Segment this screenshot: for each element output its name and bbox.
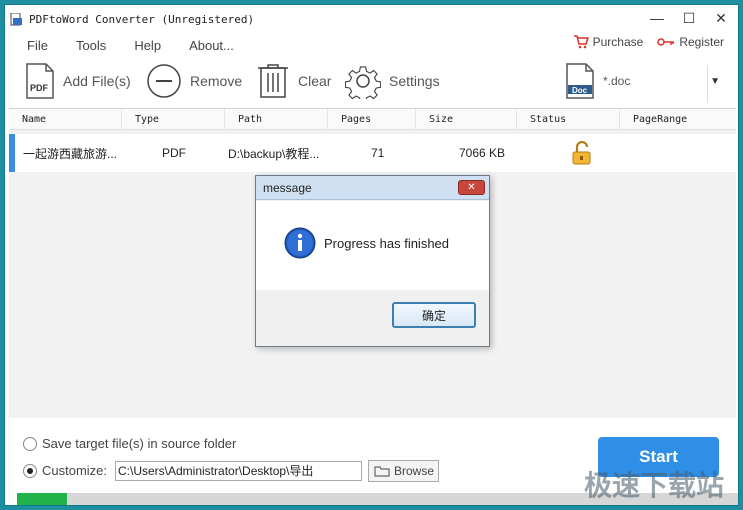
title-bar: PDFtoWord Converter (Unregistered) — ☐ ✕ [5, 5, 738, 33]
customize-option[interactable]: Customize: [23, 463, 107, 478]
doc-file-icon: Doc [566, 63, 594, 99]
minus-circle-icon [147, 64, 181, 98]
table-header: Name Type Path Pages Size Status PageRan… [9, 109, 736, 130]
menu-file[interactable]: File [27, 38, 48, 53]
source-folder-label: Save target file(s) in source folder [42, 436, 237, 451]
dialog-title: message [256, 176, 489, 200]
key-icon [657, 38, 675, 46]
svg-text:PDF: PDF [30, 83, 49, 93]
remove-button[interactable]: Remove [146, 59, 242, 103]
close-icon[interactable]: ✕ [712, 9, 730, 27]
column-type[interactable]: Type [122, 109, 225, 129]
cell-pages: 71 [371, 146, 385, 160]
table-row[interactable]: 一起游西藏旅游... PDF D:\backup\教程... 71 7066 K… [9, 134, 736, 172]
cell-name: 一起游西藏旅游... [23, 146, 118, 161]
toolbar: PDF Add File(s) Remove Clear Settings Do… [5, 59, 738, 107]
maximize-icon[interactable]: ☐ [680, 9, 698, 27]
purchase-label: Purchase [592, 35, 644, 49]
column-path[interactable]: Path [225, 109, 328, 129]
output-options: Save target file(s) in source folder Cus… [5, 419, 738, 505]
dialog-message: Progress has finished [324, 236, 450, 251]
dialog-ok-button[interactable]: 确定 [392, 302, 476, 328]
cell-size: 7066 KB [459, 146, 506, 160]
message-dialog: message ✕ Progress has finished 确定 [255, 175, 490, 347]
row-selection-marker [9, 134, 15, 172]
column-name[interactable]: Name [9, 109, 122, 129]
register-link[interactable]: Register [657, 35, 724, 49]
output-format-value: *.doc [603, 74, 631, 88]
pdf-file-icon: PDF [26, 63, 54, 99]
add-files-button[interactable]: PDF Add File(s) [25, 59, 131, 103]
window-title: PDFtoWord Converter (Unregistered) [29, 12, 255, 26]
column-pagerange[interactable]: PageRange [620, 109, 736, 129]
column-size[interactable]: Size [416, 109, 517, 129]
info-icon [284, 227, 316, 262]
clear-button[interactable]: Clear [256, 59, 331, 103]
settings-button[interactable]: Settings [345, 59, 440, 103]
cell-type: PDF [162, 146, 186, 160]
output-format-select[interactable]: Doc *.doc [565, 59, 630, 103]
dialog-close-icon[interactable]: ✕ [458, 180, 485, 195]
add-files-label: Add File(s) [63, 73, 131, 89]
menu-about[interactable]: About... [189, 38, 234, 53]
remove-label: Remove [190, 73, 243, 89]
toolbar-divider [707, 65, 708, 103]
menu-tools[interactable]: Tools [76, 38, 106, 53]
lock-open-icon [572, 140, 592, 168]
minimize-icon[interactable]: — [648, 9, 666, 27]
column-status[interactable]: Status [517, 109, 620, 129]
customize-radio[interactable] [23, 463, 37, 478]
progress-fill [17, 493, 68, 505]
column-pages[interactable]: Pages [328, 109, 416, 129]
chevron-down-icon[interactable]: ▼ [710, 76, 720, 87]
folder-icon [374, 466, 390, 477]
settings-label: Settings [389, 73, 440, 89]
source-folder-option[interactable]: Save target file(s) in source folder [23, 436, 236, 451]
menu-help[interactable]: Help [134, 38, 161, 53]
register-label: Register [679, 35, 724, 49]
app-icon [10, 12, 23, 26]
gear-icon [345, 66, 381, 99]
app-window: PDFtoWord Converter (Unregistered) — ☐ ✕… [4, 4, 739, 506]
trash-icon [258, 64, 288, 98]
cart-icon [573, 35, 589, 49]
clear-label: Clear [298, 73, 332, 89]
dialog-body: Progress has finished [256, 201, 489, 290]
svg-text:Doc: Doc [572, 86, 588, 95]
cell-path: D:\backup\教程... [228, 146, 320, 161]
output-path-input[interactable]: C:\Users\Administrator\Desktop\导出 [115, 461, 362, 481]
customize-label: Customize: [42, 463, 108, 478]
browse-label: Browse [394, 464, 435, 478]
source-folder-radio[interactable] [23, 436, 37, 451]
browse-button[interactable]: Browse [368, 460, 439, 482]
purchase-link[interactable]: Purchase [573, 35, 644, 49]
watermark-text: 极速下载站 [583, 470, 724, 501]
